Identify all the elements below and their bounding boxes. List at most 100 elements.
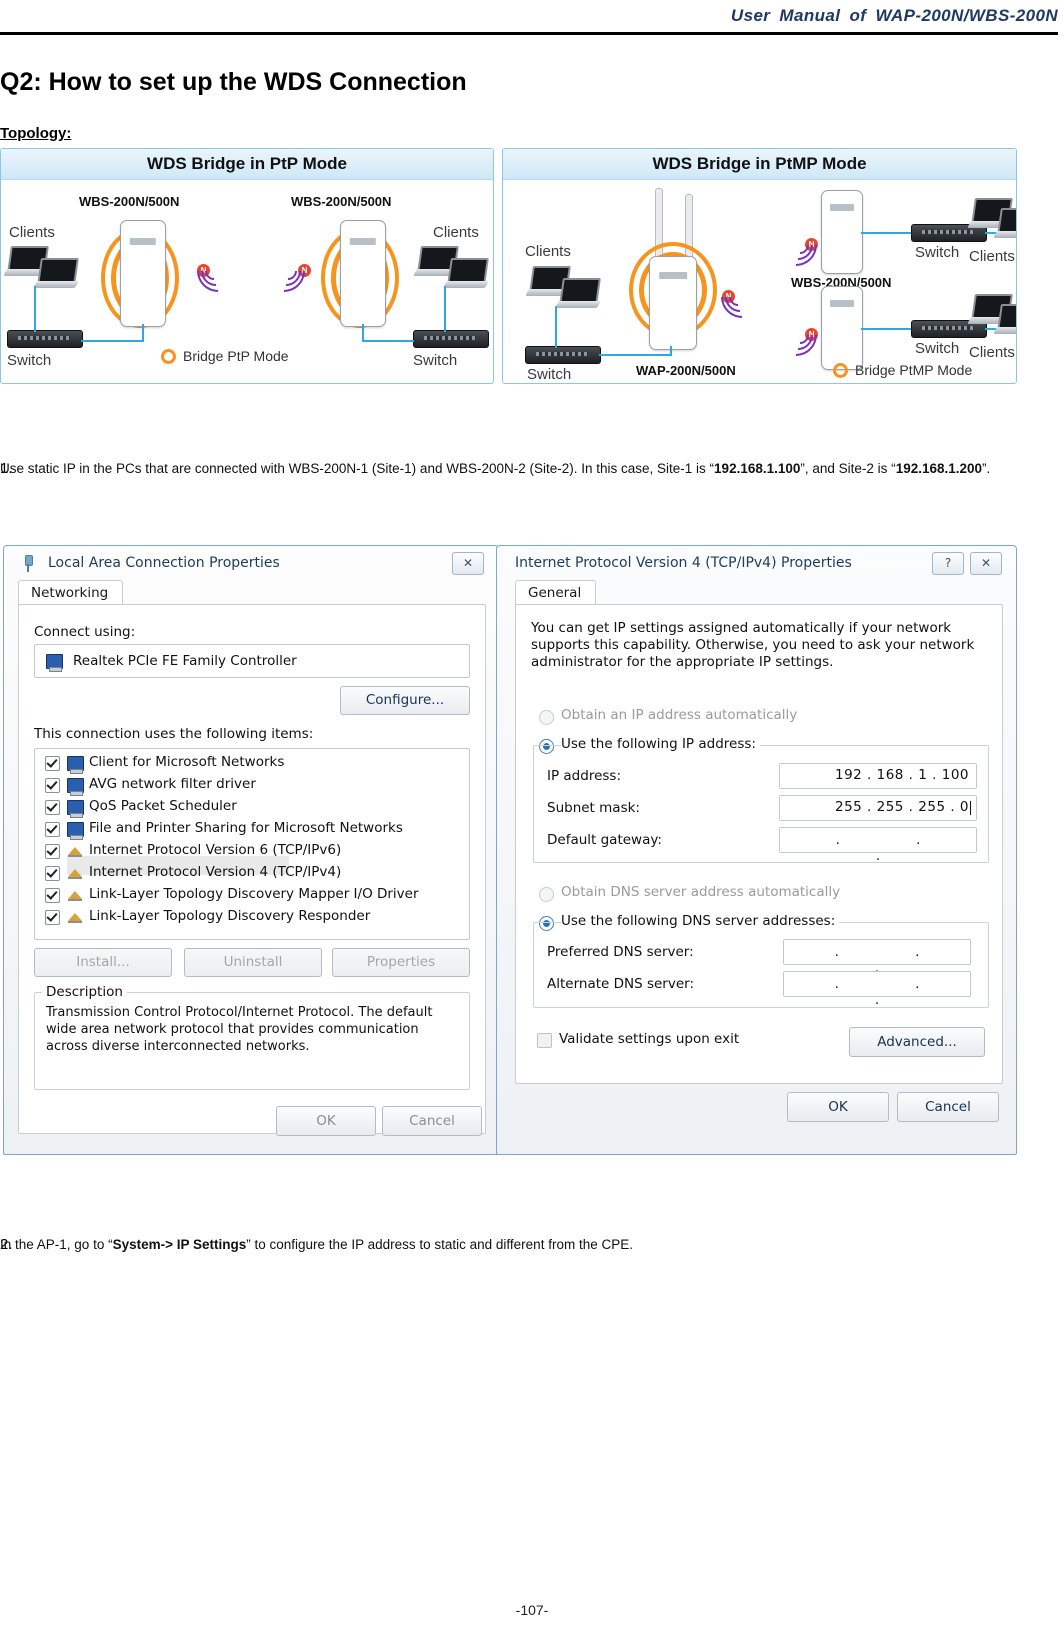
alternate-dns-label: Alternate DNS server:: [547, 976, 695, 992]
radio-obtain-ip-label[interactable]: Obtain an IP address automatically: [561, 707, 797, 723]
item-checkbox-3[interactable]: [45, 822, 60, 837]
ptmp-legend: Bridge PtMP Mode: [833, 362, 972, 378]
list-item[interactable]: Link-Layer Topology Discovery Mapper I/O…: [89, 886, 419, 902]
lan-ok-button[interactable]: OK: [276, 1106, 376, 1136]
step-2-text-b: ” to configure the IP address to static …: [246, 1237, 633, 1252]
items-label: This connection uses the following items…: [34, 726, 314, 742]
ptmp-switch-left-label: Switch: [527, 366, 572, 383]
subnet-mask-field[interactable]: 255 . 255 . 255 . 0: [779, 795, 977, 821]
list-item[interactable]: Internet Protocol Version 6 (TCP/IPv6): [89, 842, 341, 858]
ptmp-title: WDS Bridge in PtMP Mode: [503, 149, 1016, 180]
ipv4-dialog-title: Internet Protocol Version 4 (TCP/IPv4) P…: [515, 555, 852, 571]
preferred-dns-field[interactable]: . . .: [783, 939, 971, 976]
protocol-icon: [68, 891, 82, 901]
advanced-button[interactable]: Advanced...: [849, 1027, 985, 1057]
adapter-field: Realtek PCIe FE Family Controller: [34, 644, 470, 678]
item-checkbox-5[interactable]: [45, 866, 60, 881]
topology-figure: WDS Bridge in PtP Mode WBS-200N/500N WBS…: [0, 148, 1017, 384]
alternate-dns-value: . . .: [834, 976, 956, 1008]
description-text: Transmission Control Protocol/Internet P…: [46, 1005, 433, 1054]
ip-address-field[interactable]: 192 . 168 . 1 . 100: [779, 763, 977, 789]
ptmp-cpe-bottom: [821, 286, 863, 370]
ipv4-ok-button[interactable]: OK: [787, 1092, 889, 1122]
properties-button[interactable]: Properties: [332, 948, 470, 977]
list-item[interactable]: AVG network filter driver: [89, 776, 256, 792]
list-item[interactable]: File and Printer Sharing for Microsoft N…: [89, 820, 403, 836]
item-checkbox-0[interactable]: [45, 756, 60, 771]
step-2-text: In the AP-1, go to “System-> IP Settings…: [0, 1228, 633, 1262]
list-item-selected[interactable]: Internet Protocol Version 4 (TCP/IPv4): [89, 864, 341, 880]
ptp-title: WDS Bridge in PtP Mode: [1, 149, 493, 180]
default-gateway-label: Default gateway:: [547, 832, 662, 848]
ptp-cable-right-laptop: [444, 286, 446, 332]
lan-close-button[interactable]: ✕: [452, 552, 484, 575]
ptmp-switch-top-label: Switch: [915, 244, 960, 261]
bridge-mode-icon: [161, 348, 176, 364]
radio-use-following-ip-label[interactable]: Use the following IP address:: [561, 736, 760, 752]
ptmp-cable-left-ap-v: [670, 346, 672, 356]
page-header: User Manual of WAP-200N/WBS-200N: [0, 0, 1064, 35]
step-2-text-a: In the AP-1, go to “: [0, 1237, 113, 1252]
ipv4-cancel-button[interactable]: Cancel: [897, 1092, 999, 1122]
network-items-list[interactable]: Client for Microsoft Networks AVG networ…: [34, 748, 470, 940]
ptp-wifi-arcs-right: [249, 241, 314, 301]
adapter-icon: [46, 654, 63, 672]
item-checkbox-7[interactable]: [45, 910, 60, 925]
ptmp-ap-center: [649, 256, 697, 350]
ptmp-clients-bottom-label: Clients: [969, 344, 1015, 361]
item-checkbox-2[interactable]: [45, 800, 60, 815]
help-button[interactable]: ?: [932, 552, 964, 575]
header-title: User Manual of WAP-200N/WBS-200N: [730, 6, 1058, 25]
radio-use-following-dns-label[interactable]: Use the following DNS server addresses:: [561, 913, 840, 929]
ptp-switch-left: [7, 330, 83, 348]
step-2-path: System-> IP Settings: [112, 1237, 247, 1252]
ipv4-close-button[interactable]: ✕: [970, 552, 1002, 575]
ptmp-device-center-label: WAP-200N/500N: [636, 363, 736, 378]
monitor-icon: [67, 778, 84, 796]
tab-general[interactable]: General: [515, 580, 597, 606]
lan-dialog-titlebar: Local Area Connection Properties ✕: [4, 546, 498, 580]
alternate-dns-field[interactable]: . . .: [783, 971, 971, 1008]
ptmp-clients-left-label: Clients: [525, 243, 571, 260]
lan-cancel-button[interactable]: Cancel: [382, 1106, 482, 1136]
validate-settings-checkbox[interactable]: [537, 1033, 552, 1048]
configure-button[interactable]: Configure...: [340, 686, 470, 715]
ptmp-cpe-top: [821, 190, 863, 274]
monitor-icon: [67, 822, 84, 840]
subnet-mask-label: Subnet mask:: [547, 800, 640, 816]
ptp-switch-right-label: Switch: [413, 352, 458, 369]
ip-address-label: IP address:: [547, 768, 621, 784]
validate-settings-label[interactable]: Validate settings upon exit: [559, 1031, 739, 1047]
protocol-icon: [68, 869, 82, 879]
step-1-text-b: ”, and Site-2 is “: [800, 461, 896, 476]
default-gateway-field[interactable]: . . .: [779, 827, 977, 864]
install-button[interactable]: Install...: [34, 948, 172, 977]
radio-obtain-dns-label[interactable]: Obtain DNS server address automatically: [561, 884, 840, 900]
monitor-icon: [67, 800, 84, 818]
item-checkbox-6[interactable]: [45, 888, 60, 903]
preferred-dns-label: Preferred DNS server:: [547, 944, 694, 960]
ptmp-cable-left-ap: [599, 354, 671, 356]
list-item[interactable]: Client for Microsoft Networks: [89, 754, 284, 770]
default-gateway-value: . . .: [835, 832, 957, 864]
dialogs-screenshot: Local Area Connection Properties ✕ Netwo…: [3, 545, 1017, 1155]
page-title: Q2: How to set up the WDS Connection: [0, 68, 467, 96]
tab-networking[interactable]: Networking: [18, 580, 124, 606]
ptp-wifi-arcs-left: [188, 241, 253, 301]
ptp-clients-left-label: Clients: [9, 224, 55, 241]
item-checkbox-1[interactable]: [45, 778, 60, 793]
ptmp-clients-top-label: Clients: [969, 248, 1015, 265]
list-item[interactable]: Link-Layer Topology Discovery Responder: [89, 908, 370, 924]
radio-obtain-dns-automatically[interactable]: [539, 887, 554, 902]
list-item[interactable]: QoS Packet Scheduler: [89, 798, 237, 814]
ptp-clients-right-label: Clients: [433, 224, 479, 241]
page-number: -107-: [515, 1602, 549, 1618]
uninstall-button[interactable]: Uninstall: [184, 948, 322, 977]
ptmp-cable-top-1: [861, 232, 913, 234]
topology-card-ptmp: WDS Bridge in PtMP Mode Clients WAP-200N…: [502, 148, 1017, 384]
radio-obtain-ip-automatically[interactable]: [539, 710, 554, 725]
ipv4-dialog-titlebar: Internet Protocol Version 4 (TCP/IPv4) P…: [497, 546, 1016, 580]
protocol-icon: [68, 913, 82, 923]
ptmp-wifi-arcs-top: [765, 215, 826, 275]
item-checkbox-4[interactable]: [45, 844, 60, 859]
